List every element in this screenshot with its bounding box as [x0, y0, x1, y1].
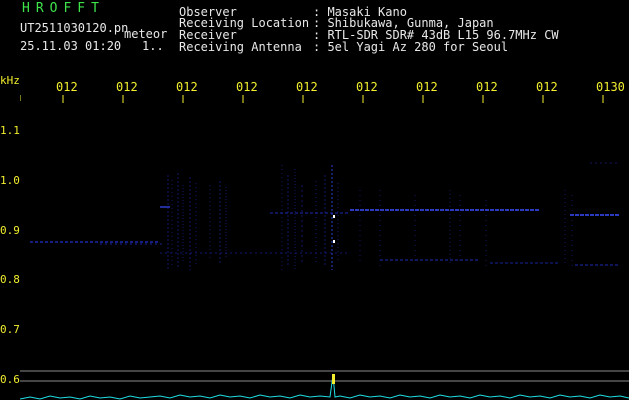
noise-streaks: [167, 165, 573, 271]
filename: UT2511030120.pn: [20, 21, 129, 35]
y-tick: 0.6: [0, 373, 20, 386]
x-tick: 0130: [596, 80, 625, 94]
field-value-antenna: : 5el Yagi Az 280 for Seoul: [313, 40, 509, 54]
field-label-antenna: Receiving Antenna: [179, 40, 302, 54]
x-tick: 012: [356, 80, 378, 94]
y-tick: 0.7: [0, 323, 20, 336]
x-tick: 012: [416, 80, 438, 94]
x-tick: 012: [56, 80, 78, 94]
event-count: 1..: [142, 39, 164, 53]
x-tick: 012: [536, 80, 558, 94]
x-tick: 012: [296, 80, 318, 94]
minute-tick-marks: [20, 95, 604, 103]
axis-unit: kHz: [0, 74, 20, 87]
y-tick: 0.8: [0, 273, 20, 286]
x-tick: 012: [116, 80, 138, 94]
x-tick: 012: [236, 80, 258, 94]
app-logo: HROFFT: [22, 1, 105, 16]
spectrogram: [20, 95, 629, 400]
y-tick: 1.1: [0, 124, 20, 137]
power-trace: [20, 374, 629, 400]
meteor-peak-marker: [332, 374, 335, 384]
x-tick: 012: [176, 80, 198, 94]
x-tick: 012: [476, 80, 498, 94]
meteor-echo: [333, 215, 335, 243]
y-tick: 0.9: [0, 224, 20, 237]
datetime: 25.11.03 01:20: [20, 39, 122, 53]
y-tick: 1.0: [0, 174, 20, 187]
